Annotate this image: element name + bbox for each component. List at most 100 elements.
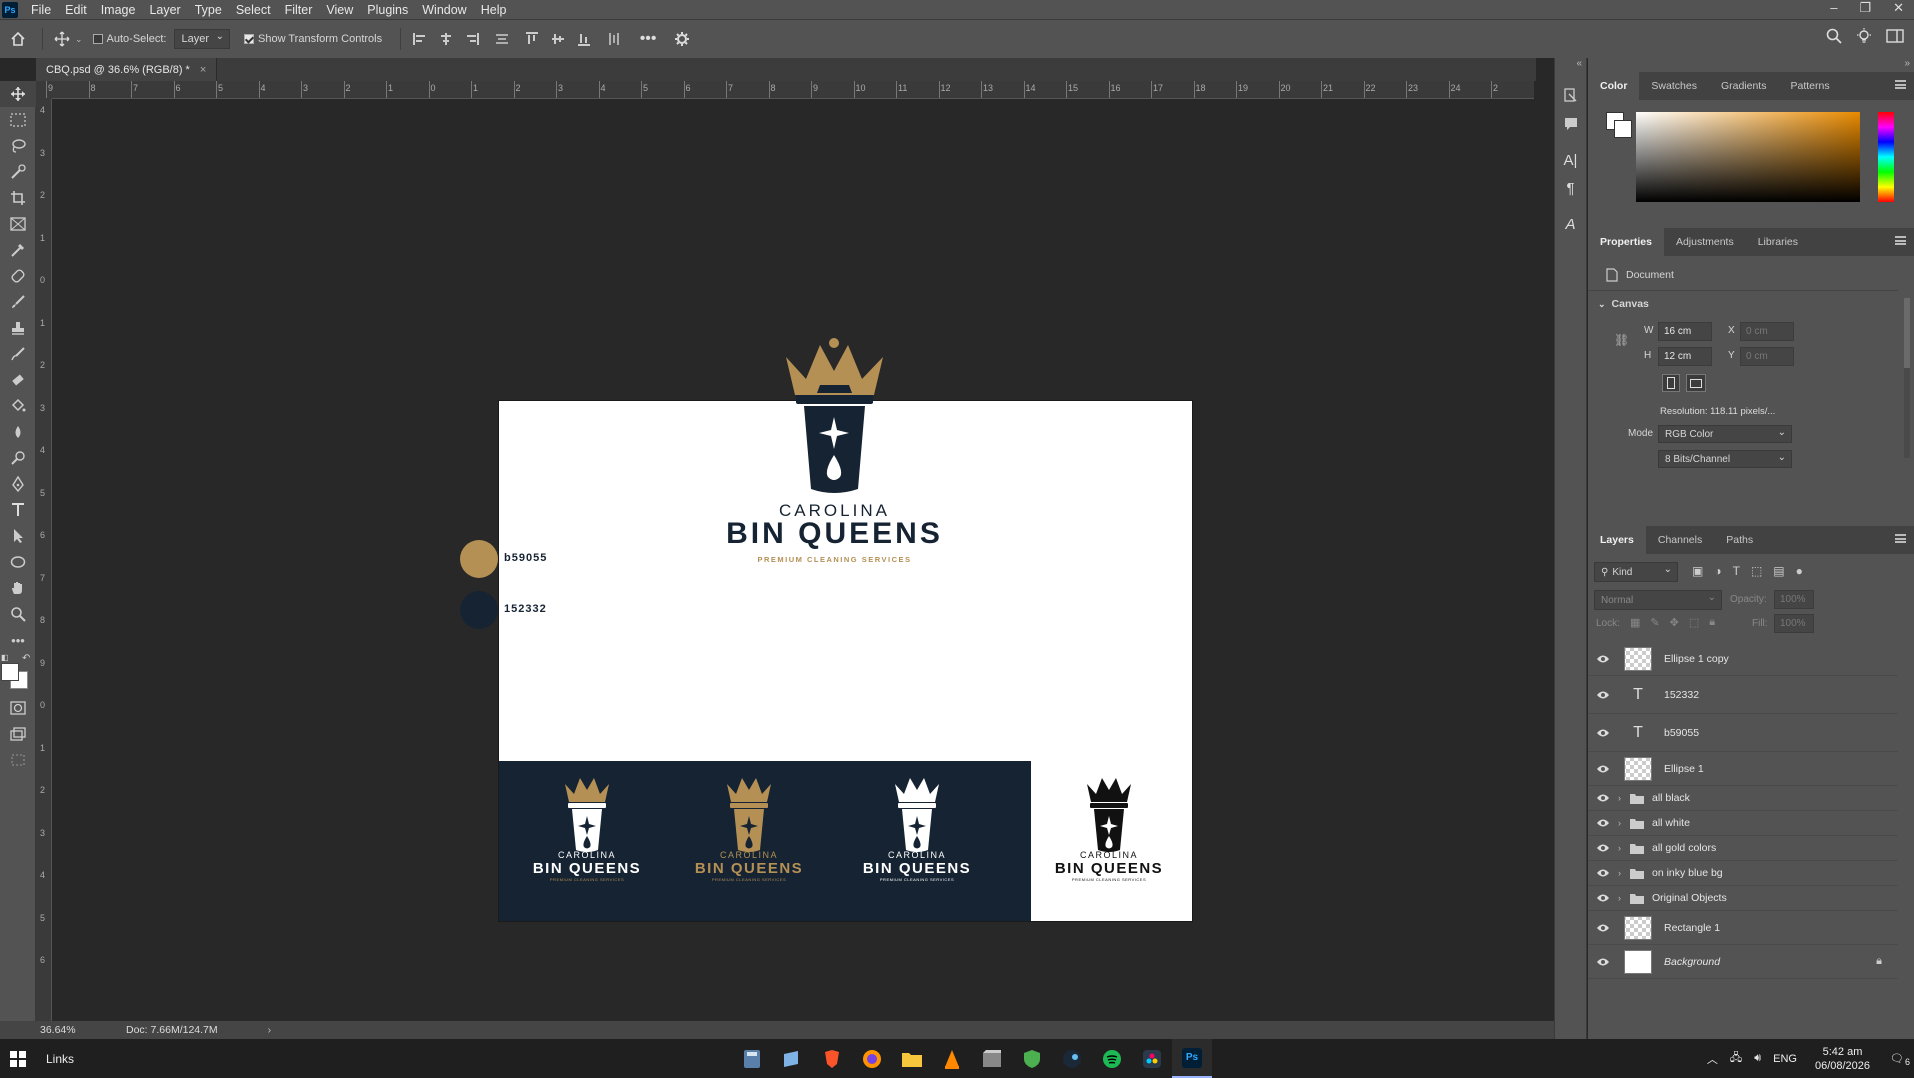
- portrait-orientation-button[interactable]: [1662, 374, 1680, 392]
- filter-shape-icon[interactable]: ⬚: [1751, 564, 1762, 578]
- layer-group-row[interactable]: › Original Objects: [1588, 886, 1898, 911]
- auto-select-checkbox[interactable]: [92, 34, 103, 44]
- artboard-icon[interactable]: [0, 747, 36, 773]
- canvas-section-toggle[interactable]: ⌄ Canvas: [1598, 298, 1649, 310]
- layer-row[interactable]: T 152332: [1588, 676, 1898, 714]
- chevron-right-icon[interactable]: ›: [1618, 843, 1630, 853]
- align-right-icon[interactable]: [459, 32, 485, 46]
- swap-colors-icon[interactable]: ↶: [22, 653, 30, 664]
- lock-artboard-icon[interactable]: ⬚: [1689, 616, 1699, 629]
- auto-select-target-dropdown[interactable]: Layer: [174, 29, 230, 49]
- lock-all-icon[interactable]: 🔒︎: [1709, 616, 1715, 629]
- visibility-eye-icon[interactable]: [1588, 764, 1618, 774]
- lock-pixels-icon[interactable]: ✎: [1650, 616, 1659, 629]
- x-input[interactable]: 0 cm: [1740, 322, 1794, 341]
- align-top-icon[interactable]: [519, 32, 545, 46]
- move-tool-icon[interactable]: [0, 81, 36, 107]
- distribute-icon[interactable]: [485, 32, 519, 46]
- tab-paths[interactable]: Paths: [1714, 526, 1765, 554]
- quick-mask-icon[interactable]: [0, 695, 36, 721]
- layer-group-row[interactable]: › all white: [1588, 811, 1898, 836]
- vertical-ruler[interactable]: 4 3 2 1 0 1 2 3 4 5 6 7 8 9 0 1 2 3 4 5 6: [36, 99, 52, 1021]
- chevron-right-icon[interactable]: ›: [268, 1024, 272, 1036]
- panel-menu-icon[interactable]: [1895, 534, 1906, 543]
- spotify-app-icon[interactable]: [1092, 1039, 1132, 1078]
- steam-app-icon[interactable]: [1052, 1039, 1092, 1078]
- landscape-orientation-button[interactable]: [1686, 374, 1706, 392]
- tab-color[interactable]: Color: [1588, 72, 1640, 100]
- layer-group-row[interactable]: › all gold colors: [1588, 836, 1898, 861]
- chevron-right-icon[interactable]: ›: [1618, 818, 1630, 828]
- visibility-eye-icon[interactable]: [1588, 654, 1618, 664]
- brave-browser-icon[interactable]: [812, 1039, 852, 1078]
- horizontal-ruler[interactable]: 9 8 7 6 5 4 3 2 1 0 1 2 3 4 5 6 7 8 9 10 11 12 13 14 15 16 17 18 19 2…: [46, 81, 1534, 99]
- chevron-down-icon[interactable]: ⌄: [75, 34, 83, 45]
- visibility-eye-icon[interactable]: [1588, 793, 1618, 803]
- paragraph-panel-icon[interactable]: ¶: [1555, 174, 1586, 202]
- layer-group-row[interactable]: › all black: [1588, 786, 1898, 811]
- layer-row[interactable]: Ellipse 1 copy: [1588, 642, 1898, 676]
- calculator-app-icon[interactable]: [732, 1039, 772, 1078]
- layer-row[interactable]: Background 🔒︎: [1588, 945, 1898, 979]
- hand-tool-icon[interactable]: [0, 575, 36, 601]
- layer-group-row[interactable]: › on inky blue bg: [1588, 861, 1898, 886]
- edit-toolbar-icon[interactable]: •••: [0, 627, 36, 653]
- menu-view[interactable]: View: [319, 3, 360, 17]
- filter-type-icon[interactable]: T: [1733, 564, 1740, 578]
- menu-window[interactable]: Window: [415, 3, 473, 17]
- history-brush-tool-icon[interactable]: [0, 341, 36, 367]
- firefox-browser-icon[interactable]: [852, 1039, 892, 1078]
- dodge-tool-icon[interactable]: [0, 445, 36, 471]
- glyphs-panel-icon[interactable]: A: [1555, 210, 1586, 238]
- davinci-resolve-icon[interactable]: [1132, 1039, 1172, 1078]
- search-icon[interactable]: [1826, 28, 1842, 44]
- opacity-input[interactable]: 100%: [1774, 590, 1814, 609]
- collapse-panels-icon[interactable]: «: [1555, 58, 1586, 82]
- clone-stamp-tool-icon[interactable]: [0, 315, 36, 341]
- quick-selection-tool-icon[interactable]: [0, 159, 36, 185]
- menu-image[interactable]: Image: [94, 3, 143, 17]
- show-hidden-icons-icon[interactable]: ︿: [1707, 1051, 1718, 1067]
- color-picker-field[interactable]: [1636, 112, 1860, 202]
- clock[interactable]: 5:42 am 06/08/2026: [1815, 1045, 1870, 1073]
- tab-libraries[interactable]: Libraries: [1746, 228, 1810, 256]
- layer-kind-filter[interactable]: ⚲ Kind: [1594, 562, 1678, 582]
- tab-layers[interactable]: Layers: [1588, 526, 1646, 554]
- visibility-eye-icon[interactable]: [1588, 843, 1618, 853]
- fill-input[interactable]: 100%: [1774, 614, 1814, 633]
- tab-gradients[interactable]: Gradients: [1709, 72, 1779, 100]
- panel-menu-icon[interactable]: [1895, 236, 1906, 245]
- type-tool-icon[interactable]: [0, 497, 36, 523]
- align-left-icon[interactable]: [407, 32, 433, 46]
- lock-icon[interactable]: 🔒︎: [1876, 955, 1882, 968]
- tab-swatches[interactable]: Swatches: [1639, 72, 1709, 100]
- blend-mode-dropdown[interactable]: Normal: [1594, 590, 1722, 610]
- network-icon[interactable]: 🖧︎: [1730, 1049, 1742, 1068]
- visibility-eye-icon[interactable]: [1588, 728, 1618, 738]
- menu-plugins[interactable]: Plugins: [360, 3, 415, 17]
- more-options-icon[interactable]: •••: [631, 30, 665, 48]
- menu-type[interactable]: Type: [188, 3, 229, 17]
- path-selection-tool-icon[interactable]: [0, 523, 36, 549]
- hue-slider[interactable]: [1878, 112, 1894, 202]
- workspace-layout-icon[interactable]: [1886, 29, 1904, 43]
- crop-tool-icon[interactable]: [0, 185, 36, 211]
- menu-edit[interactable]: Edit: [58, 3, 94, 17]
- menu-select[interactable]: Select: [229, 3, 278, 17]
- photoshop-app-icon[interactable]: Ps: [1172, 1039, 1212, 1078]
- minimize-icon[interactable]: –: [1830, 0, 1837, 16]
- language-indicator[interactable]: ENG: [1773, 1053, 1797, 1065]
- paint-bucket-tool-icon[interactable]: [0, 393, 36, 419]
- chevron-right-icon[interactable]: ›: [1618, 893, 1630, 903]
- close-tab-icon[interactable]: ×: [200, 64, 206, 76]
- canvas-workspace[interactable]: CAROLINA BIN QUEENS PREMIUM CLEANING SER…: [52, 99, 1534, 1021]
- lock-position-icon[interactable]: ✥: [1670, 616, 1679, 629]
- show-transform-checkbox[interactable]: [244, 34, 254, 44]
- height-input[interactable]: 12 cm: [1658, 347, 1712, 366]
- layer-row[interactable]: T b59055: [1588, 714, 1898, 752]
- filter-pixel-icon[interactable]: ▣: [1692, 564, 1703, 578]
- document-tab[interactable]: CBQ.psd @ 36.6% (RGB/8) * ×: [36, 58, 218, 81]
- menu-layer[interactable]: Layer: [142, 3, 187, 17]
- healing-brush-tool-icon[interactable]: [0, 263, 36, 289]
- vpn-app-icon[interactable]: [1012, 1039, 1052, 1078]
